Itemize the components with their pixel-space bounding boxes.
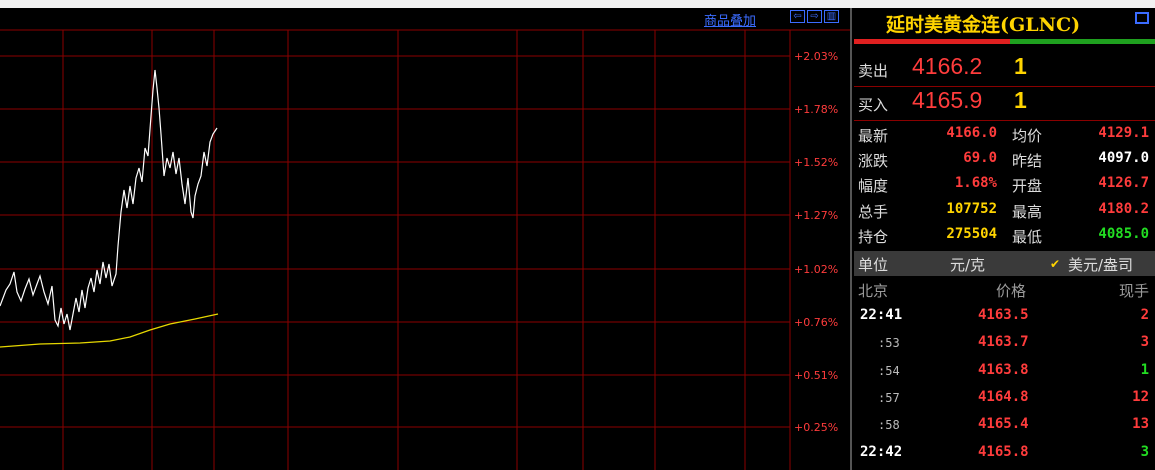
tick-volume: 13: [1132, 416, 1149, 432]
stat-value: 4166.0: [946, 125, 997, 141]
stat-value: 4097.0: [1098, 150, 1149, 166]
stat-label: 最高: [1012, 203, 1043, 221]
tick-time: :58: [878, 418, 900, 432]
stat-value: 1.68%: [954, 175, 997, 191]
quote-title-bar: 延时美黄金连(GLNC): [854, 8, 1155, 38]
prev-icon[interactable]: ⇦: [790, 10, 805, 23]
unit-bar: 单位 元/克 ✔ 美元/盎司: [854, 251, 1155, 276]
stat-row: 最新 4166.0 均价 4129.1: [854, 123, 1155, 145]
unit-label: 单位: [858, 256, 889, 274]
sell-pressure-bar: [854, 39, 1010, 44]
tick-volume: 1: [1140, 362, 1149, 378]
pct-label: +0.76%: [794, 316, 839, 329]
stat-value: 4126.7: [1098, 175, 1149, 191]
stat-label: 均价: [1012, 127, 1043, 145]
tick-price: 4163.8: [978, 362, 1029, 378]
pct-label: +1.27%: [794, 209, 839, 222]
pct-label: +1.78%: [794, 103, 839, 116]
pct-label: +1.52%: [794, 156, 839, 169]
check-icon: ✔: [1050, 257, 1061, 271]
next-icon[interactable]: ⇨: [807, 10, 822, 23]
unit-usd-option[interactable]: 美元/盎司: [1068, 254, 1133, 275]
stat-value: 4129.1: [1098, 125, 1149, 141]
stat-row: 幅度 1.68% 开盘 4126.7: [854, 173, 1155, 195]
ticks-header-time: 北京: [858, 282, 889, 300]
pct-label: +2.03%: [794, 50, 839, 63]
window-top-strip: [0, 0, 1155, 8]
tick-row[interactable]: :54 4163.8 1: [854, 358, 1155, 385]
pct-label: +0.51%: [794, 369, 839, 382]
tick-row[interactable]: 22:41 4163.5 2: [854, 303, 1155, 330]
tick-price: 4163.5: [978, 307, 1029, 323]
divider: [854, 120, 1155, 121]
tick-volume: 2: [1140, 307, 1149, 323]
stat-row: 持仓 275504 最低 4085.0: [854, 224, 1155, 246]
commodity-overlay-link[interactable]: 商品叠加: [704, 10, 756, 29]
stat-value: 107752: [946, 201, 997, 217]
average-line: [0, 313, 219, 348]
intraday-chart[interactable]: [0, 8, 852, 470]
maximize-icon[interactable]: [1135, 12, 1149, 24]
tick-row[interactable]: :53 4163.7 3: [854, 330, 1155, 357]
stat-value: 275504: [946, 226, 997, 242]
ticks-header: 北京 价格 现手: [854, 278, 1155, 300]
buy-pressure-bar: [1010, 39, 1155, 44]
tick-row[interactable]: 22:42 4165.8 3: [854, 440, 1155, 467]
stat-value: 4180.2: [1098, 201, 1149, 217]
chart-canvas: [0, 8, 852, 470]
tick-row[interactable]: :58 4165.4 13: [854, 412, 1155, 439]
tick-price: 4164.8: [978, 389, 1029, 405]
buy-price: 4165.9: [912, 87, 983, 113]
tick-volume: 3: [1140, 444, 1149, 460]
buy-row[interactable]: 买入 4165.9 1: [854, 83, 1155, 123]
ticks-header-price: 价格: [996, 282, 1027, 300]
pct-label: +1.02%: [794, 263, 839, 276]
stat-label: 最低: [1012, 228, 1043, 246]
sell-price: 4166.2: [912, 53, 983, 79]
buy-label: 买入: [858, 96, 889, 114]
stat-label: 昨结: [1012, 152, 1043, 170]
stat-label: 涨跌: [858, 152, 889, 170]
tick-volume: 12: [1132, 389, 1149, 405]
stat-label: 开盘: [1012, 177, 1043, 195]
quote-panel: 延时美黄金连(GLNC) 卖出 4166.2 1 买入 4165.9 1 最新 …: [854, 8, 1155, 470]
stat-row: 涨跌 69.0 昨结 4097.0: [854, 148, 1155, 170]
tick-volume: 3: [1140, 334, 1149, 350]
stat-label: 幅度: [858, 177, 889, 195]
chart-window-buttons: ⇦ ⇨ ▥: [790, 10, 839, 24]
tick-time: :57: [878, 391, 900, 405]
stat-value: 4085.0: [1098, 226, 1149, 242]
stat-value: 69.0: [963, 150, 997, 166]
tick-price: 4165.8: [978, 444, 1029, 460]
layout-icon[interactable]: ▥: [824, 10, 839, 23]
stat-row: 总手 107752 最高 4180.2: [854, 199, 1155, 221]
instrument-title: 延时美黄金连(GLNC): [886, 14, 1081, 36]
tick-time: :54: [878, 364, 900, 378]
ticks-header-vol: 现手: [1118, 282, 1149, 300]
buy-volume: 1: [1014, 87, 1027, 113]
stat-label: 持仓: [858, 228, 889, 246]
sell-label: 卖出: [858, 62, 889, 80]
tick-price: 4165.4: [978, 416, 1029, 432]
unit-cny-option[interactable]: 元/克: [950, 254, 985, 275]
sell-volume: 1: [1014, 53, 1027, 79]
tick-price: 4163.7: [978, 334, 1029, 350]
pct-label: +0.25%: [794, 421, 839, 434]
stat-label: 最新: [858, 127, 889, 145]
stat-label: 总手: [858, 203, 889, 221]
tick-row[interactable]: :57 4164.8 12: [854, 385, 1155, 412]
tick-time: :53: [878, 336, 900, 350]
tick-time: 22:41: [860, 307, 903, 323]
tick-time: 22:42: [860, 444, 903, 460]
